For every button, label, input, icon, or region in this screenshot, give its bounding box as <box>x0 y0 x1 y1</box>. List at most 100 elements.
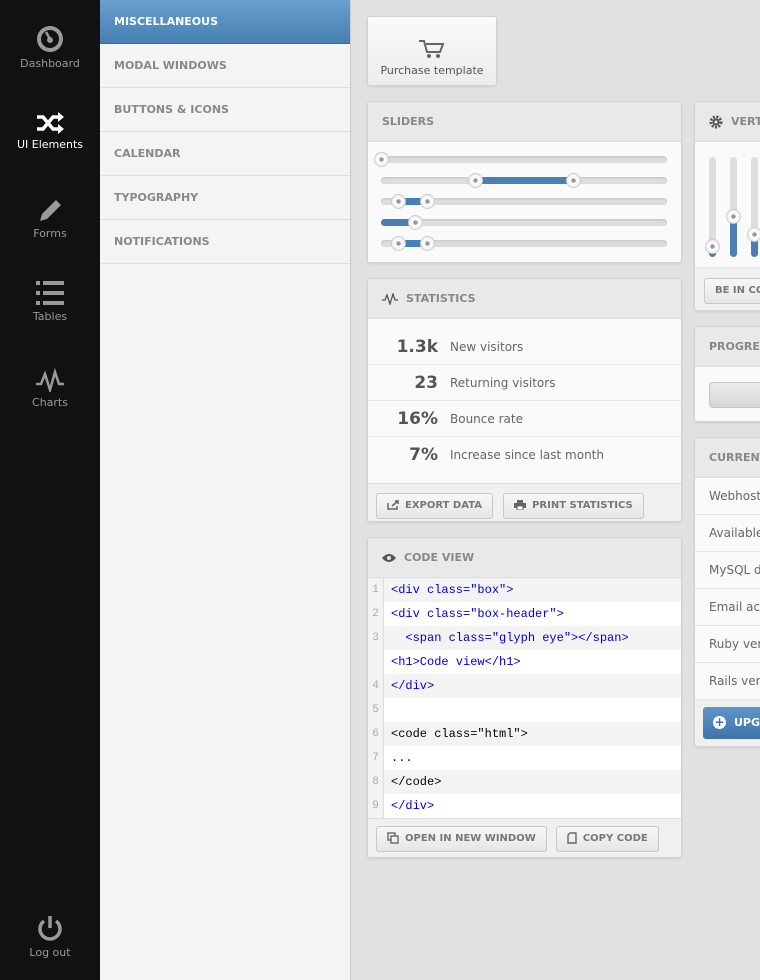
upgrade-label: UPG <box>734 716 760 729</box>
print-icon <box>514 500 527 511</box>
submenu-modal-windows[interactable]: MODAL WINDOWS <box>100 44 350 88</box>
current-box: CURRENT Webhosti Available MySQL da Emai… <box>694 437 760 747</box>
gear-icon <box>709 115 723 129</box>
code-view-box: CODE VIEW 1 <div class="box"> 2 <div class=… <box>367 537 682 858</box>
code-line: 1 <div class="box"> <box>368 578 681 602</box>
stat-value: 16% <box>397 409 438 429</box>
upgrade-button[interactable]: + UPG <box>703 707 760 739</box>
cart-icon <box>419 40 445 58</box>
progress-box: PROGRES <box>694 326 760 422</box>
submenu-miscellaneous[interactable]: MISCELLANEOUS <box>100 0 350 44</box>
code-view-title-text: CODE VIEW <box>404 551 475 564</box>
stat-row: 7% Increase since last month <box>368 437 681 473</box>
code-text: </div> <box>391 799 435 813</box>
code-block: 1 <div class="box"> 2 <div class="box-heade… <box>368 578 681 818</box>
line-number: 7 <box>368 746 384 770</box>
vertical-slider-handle[interactable] <box>705 239 720 254</box>
nav-label: UI Elements <box>16 138 84 151</box>
open-label: OPEN IN NEW WINDOW <box>405 833 536 844</box>
code-line: 6 <code class="html"> <box>368 722 681 746</box>
code-view-title: CODE VIEW <box>368 538 681 578</box>
slider-handle[interactable] <box>419 194 435 209</box>
submenu: MISCELLANEOUS MODAL WINDOWS BUTTONS & IC… <box>100 0 351 980</box>
sliders-box: SLIDERS <box>367 101 682 263</box>
stat-row: 1.3k New visitors <box>368 329 681 365</box>
slider-handle[interactable] <box>565 173 581 188</box>
icon-sidebar: Dashboard UI Elements Forms Tables Chart… <box>0 0 100 980</box>
slider-handle[interactable] <box>408 215 424 230</box>
dashboard-gauge-icon <box>37 26 63 52</box>
vertical-slider-handle[interactable] <box>747 227 760 242</box>
code-text: ... <box>391 751 413 765</box>
vertical-sliders-box: VERT BE IN CO <box>694 101 760 311</box>
stat-row: 16% Bounce rate <box>368 401 681 437</box>
nav-label: Charts <box>32 396 68 409</box>
print-statistics-button[interactable]: PRINT STATISTICS <box>503 493 644 519</box>
line-number: 2 <box>368 602 384 626</box>
export-icon <box>387 500 399 510</box>
code-line: <h1>Code view</h1> <box>368 650 681 674</box>
nav-dashboard[interactable]: Dashboard <box>0 25 100 70</box>
line-number: 3 <box>368 626 384 650</box>
list-icon <box>36 281 64 305</box>
new-window-icon <box>387 832 399 844</box>
statistics-box: STATISTICS 1.3k New visitors 23 Returning v… <box>367 278 682 522</box>
export-data-button[interactable]: EXPORT DATA <box>376 493 493 519</box>
nav-label: Dashboard <box>20 57 80 70</box>
progress-bar <box>709 382 760 408</box>
slider-handle[interactable] <box>391 236 407 251</box>
code-text: <code class="html"> <box>391 727 528 741</box>
stat-label: Bounce rate <box>450 412 523 426</box>
slider-track[interactable] <box>381 236 667 251</box>
vertical-slider-track[interactable] <box>747 157 760 257</box>
current-title: CURRENT <box>695 438 760 478</box>
stat-value: 23 <box>414 373 438 393</box>
code-line: 5 <box>368 698 681 722</box>
nav-label: Tables <box>32 310 68 323</box>
vertical-slider-handle[interactable] <box>726 209 741 224</box>
plus-circle-icon: + <box>713 715 726 729</box>
code-text: <div class="box"> <box>391 583 514 597</box>
nav-log-out[interactable]: Log out <box>0 914 100 959</box>
open-in-new-window-button[interactable]: OPEN IN NEW WINDOW <box>376 826 547 852</box>
copy-label: COPY CODE <box>582 833 648 844</box>
purchase-label: Purchase template <box>380 64 484 77</box>
line-number: 8 <box>368 770 384 794</box>
current-row: MySQL da <box>695 552 760 589</box>
statistics-list: 1.3k New visitors 23 Returning visitors 16% B… <box>368 319 681 473</box>
nav-label: Log out <box>29 946 71 959</box>
submenu-typography[interactable]: TYPOGRAPHY <box>100 176 350 220</box>
vertical-slider-track[interactable] <box>726 157 741 257</box>
slider-handle[interactable] <box>468 173 484 188</box>
line-number <box>368 650 384 674</box>
slider-handle[interactable] <box>374 152 389 167</box>
stat-label: Returning visitors <box>450 376 556 390</box>
submenu-buttons-icons[interactable]: BUTTONS & ICONS <box>100 88 350 132</box>
vertical-slider-track[interactable] <box>705 157 720 257</box>
slider-track[interactable] <box>381 215 667 230</box>
pulse-icon <box>36 368 64 392</box>
submenu-notifications[interactable]: NOTIFICATIONS <box>100 220 350 264</box>
code-line: 8 </code> <box>368 770 681 794</box>
nav-tables[interactable]: Tables <box>0 280 100 323</box>
current-row: Email acc <box>695 589 760 626</box>
nav-forms[interactable]: Forms <box>0 195 100 240</box>
slider-handle[interactable] <box>419 236 435 251</box>
slider-track[interactable] <box>374 152 667 167</box>
submenu-calendar[interactable]: CALENDAR <box>100 132 350 176</box>
line-number: 6 <box>368 722 384 746</box>
be-in-control-button[interactable]: BE IN CO <box>704 278 760 304</box>
nav-charts[interactable]: Charts <box>0 368 100 409</box>
line-number: 1 <box>368 578 384 602</box>
power-icon <box>38 916 62 941</box>
document-icon <box>567 832 577 844</box>
slider-track[interactable] <box>381 173 667 188</box>
purchase-template-button[interactable]: Purchase template <box>367 16 497 86</box>
slider-track[interactable] <box>381 194 667 209</box>
code-text: <h1>Code view</h1> <box>391 655 521 669</box>
nav-ui-elements[interactable]: UI Elements <box>0 112 100 151</box>
slider-handle[interactable] <box>391 194 407 209</box>
progress-title: PROGRES <box>695 327 760 367</box>
copy-code-button[interactable]: COPY CODE <box>555 826 659 852</box>
